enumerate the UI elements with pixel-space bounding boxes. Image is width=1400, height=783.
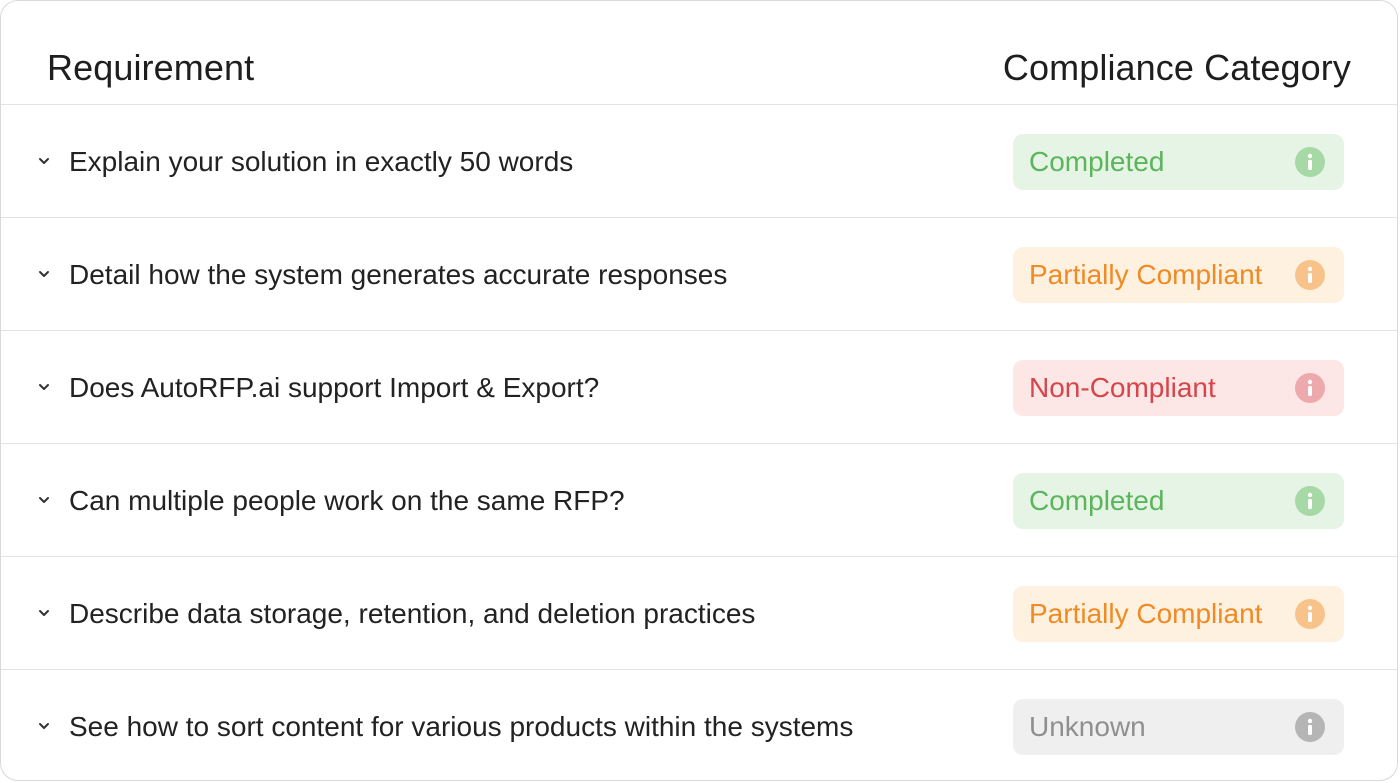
- compliance-status-badge[interactable]: Unknown: [1013, 699, 1344, 755]
- table-row[interactable]: Detail how the system generates accurate…: [1, 218, 1397, 331]
- requirement-text: Explain your solution in exactly 50 word…: [69, 146, 574, 177]
- info-icon[interactable]: [1295, 486, 1325, 516]
- compliance-status-badge[interactable]: Non-Compliant: [1013, 360, 1344, 416]
- table-header: Requirement Compliance Category: [1, 1, 1397, 105]
- chevron-down-icon[interactable]: [37, 494, 51, 506]
- chevron-down-icon[interactable]: [37, 381, 51, 393]
- chevron-down-icon[interactable]: [37, 155, 51, 167]
- info-icon[interactable]: [1295, 599, 1325, 629]
- info-icon[interactable]: [1295, 712, 1325, 742]
- requirement-text: Can multiple people work on the same RFP…: [69, 485, 625, 516]
- compliance-status-label: Unknown: [1029, 711, 1146, 742]
- table-body: Explain your solution in exactly 50 word…: [1, 105, 1397, 780]
- compliance-status-badge[interactable]: Partially Compliant: [1013, 247, 1344, 303]
- chevron-down-icon[interactable]: [37, 268, 51, 280]
- table-row[interactable]: Does AutoRFP.ai support Import & Export?…: [1, 331, 1397, 444]
- requirement-text: Describe data storage, retention, and de…: [69, 598, 756, 629]
- compliance-status-badge[interactable]: Partially Compliant: [1013, 586, 1344, 642]
- table-row[interactable]: Can multiple people work on the same RFP…: [1, 444, 1397, 557]
- requirement-text: Detail how the system generates accurate…: [69, 259, 728, 290]
- requirement-column-header: Requirement: [47, 47, 255, 88]
- info-icon[interactable]: [1295, 260, 1325, 290]
- info-icon[interactable]: [1295, 373, 1325, 403]
- compliance-category-column-header: Compliance Category: [1002, 47, 1351, 88]
- table-row[interactable]: Describe data storage, retention, and de…: [1, 557, 1397, 670]
- compliance-table: Requirement Compliance Category Explain …: [0, 0, 1398, 781]
- compliance-status-label: Completed: [1029, 485, 1165, 516]
- compliance-status-label: Partially Compliant: [1029, 598, 1263, 629]
- table-row[interactable]: Explain your solution in exactly 50 word…: [1, 105, 1397, 218]
- compliance-status-badge[interactable]: Completed: [1013, 134, 1344, 190]
- requirement-text: See how to sort content for various prod…: [69, 711, 854, 742]
- table-row[interactable]: See how to sort content for various prod…: [1, 670, 1397, 780]
- chevron-down-icon[interactable]: [37, 720, 51, 732]
- requirement-text: Does AutoRFP.ai support Import & Export?: [69, 372, 600, 403]
- compliance-status-label: Partially Compliant: [1029, 259, 1263, 290]
- compliance-status-label: Non-Compliant: [1029, 372, 1216, 403]
- compliance-status-badge[interactable]: Completed: [1013, 473, 1344, 529]
- chevron-down-icon[interactable]: [37, 607, 51, 619]
- info-icon[interactable]: [1295, 147, 1325, 177]
- compliance-status-label: Completed: [1029, 146, 1165, 177]
